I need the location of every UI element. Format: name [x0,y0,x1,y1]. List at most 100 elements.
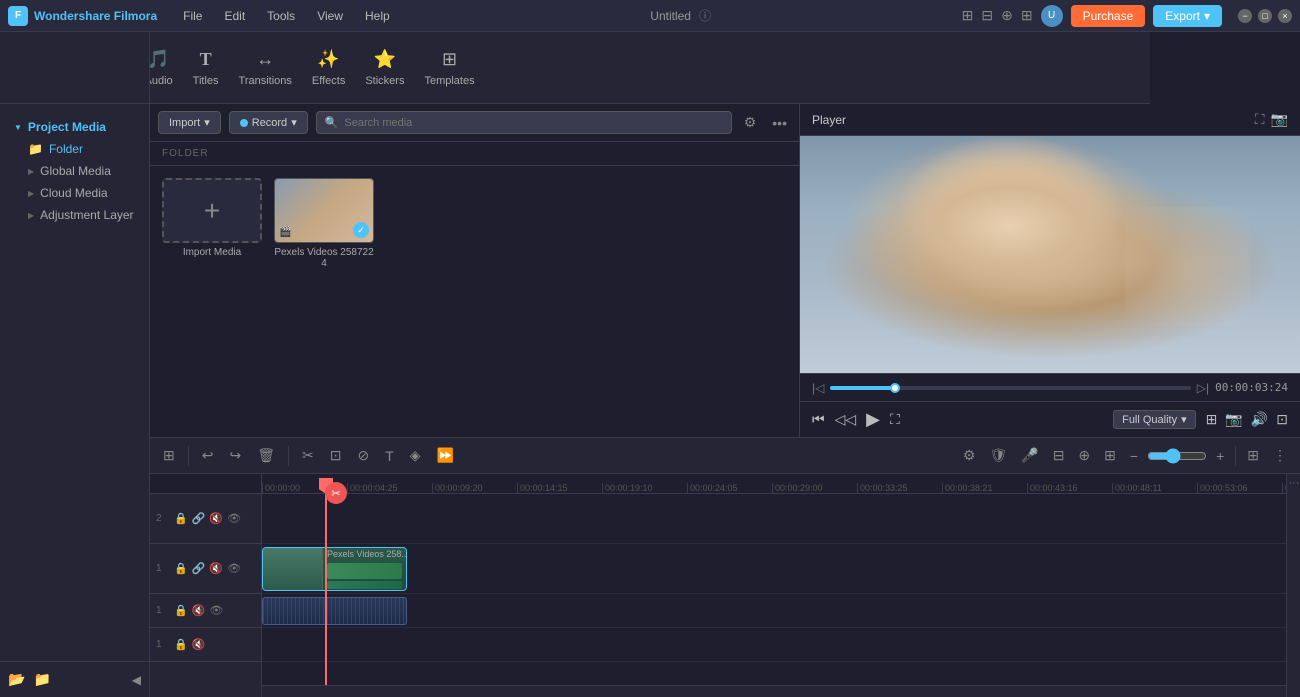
avatar-icon[interactable]: U [1041,5,1063,27]
track-eye-icon-1[interactable]: 👁 [227,562,241,575]
app-name: Wondershare Filmora [34,9,157,23]
fullscreen-icon[interactable]: ⛶ [1255,111,1265,128]
track-row-audio-2 [262,628,1286,662]
filter-icon[interactable]: ⚙ [740,112,761,133]
nav-item-folder[interactable]: 📁 Folder [8,138,141,160]
track-audio-mute-icon-1[interactable]: 🔇 [192,604,206,617]
redo-icon[interactable]: ↪ [224,444,246,467]
maximize-button[interactable]: □ [1258,9,1272,23]
menu-edit[interactable]: Edit [214,6,255,26]
tl-sep-2 [288,446,289,466]
right-sidebar-handle[interactable]: ⋮ [1288,478,1299,488]
quality-selector[interactable]: Full Quality ▾ [1113,410,1196,429]
shield-icon[interactable]: 🛡 [984,444,1012,467]
mark-in-icon[interactable]: |◁ [812,381,824,395]
tab-audio[interactable]: 🎵 Audio [150,43,183,93]
tab-effects[interactable]: ✨ Effects [302,43,355,93]
track-lock-icon-2[interactable]: 🔒 [174,512,188,525]
snapshot-icon[interactable]: 📷 [1271,111,1288,128]
top-tabs-bar: 🎬 Media 📦 Stock Media 🎵 Audio T Titles ↔ [150,32,1150,104]
track-audio-lock-icon-2[interactable]: 🔒 [174,638,188,651]
close-button[interactable]: × [1278,9,1292,23]
volume-icon[interactable]: 🔊 [1251,411,1268,428]
text-icon[interactable]: T [380,445,399,467]
playhead[interactable] [325,494,327,685]
clip-thumbnail [263,547,323,591]
track-mute-icon-1[interactable]: 🔇 [209,562,223,575]
minimize-button[interactable]: − [1238,9,1252,23]
menu-file[interactable]: File [173,6,212,26]
tab-titles[interactable]: T Titles [183,43,229,93]
audio-clip-1[interactable] [262,597,407,625]
track-audio-mute-icon-2[interactable]: 🔇 [192,638,206,651]
zoom-slider[interactable] [1147,448,1207,464]
menu-tools[interactable]: Tools [257,6,305,26]
icon-btn-1[interactable]: ⊞ [962,7,974,24]
camera-icon[interactable]: 📷 [1225,411,1242,428]
purchase-button[interactable]: Purchase [1071,5,1146,27]
icon-btn-4[interactable]: ⊞ [1021,7,1033,24]
frame-back-icon[interactable]: ◁◁ [835,411,857,428]
delete-icon[interactable]: 🗑 [252,444,280,467]
collapse-panel-button[interactable]: ◀ [132,673,141,687]
tracks-wrapper: ✂ Pexels Videos 258... [262,494,1286,685]
track-mute-icon-2[interactable]: 🔇 [209,512,223,525]
tab-stickers[interactable]: ⭐ Stickers [355,43,414,93]
mark-out-icon[interactable]: ▷| [1197,381,1209,395]
timeline-scrollbar[interactable] [262,685,1286,697]
nav-item-global-media[interactable]: ▶ Global Media [8,160,141,182]
track-audio-lock-icon-1[interactable]: 🔒 [174,604,188,617]
import-folder-icon[interactable]: 📁 [33,671,50,688]
track-link-icon-2[interactable]: 🔗 [192,512,206,525]
video-clip[interactable]: Pexels Videos 258... [262,547,407,591]
media-item-pexels[interactable]: 🎬 ✓ Pexels Videos 2587224 [274,178,374,269]
nav-item-adjustment-layer[interactable]: ▶ Adjustment Layer [8,204,141,226]
track-eye-icon-2[interactable]: 👁 [227,512,241,525]
icon-btn-3[interactable]: ⊕ [1001,7,1013,24]
icon-btn-2[interactable]: ⊟ [981,7,993,24]
export-button[interactable]: Export ▾ [1153,5,1222,27]
tab-transitions[interactable]: ↔ Transitions [229,43,302,93]
settings-icon[interactable]: ⚙ [958,444,981,467]
mic-icon[interactable]: 🎤 [1016,444,1043,467]
play-icon[interactable]: ▶ [866,409,880,430]
import-button[interactable]: Import ▾ [158,111,221,134]
crop-tl-icon[interactable]: ⊡ [325,444,347,467]
track-lock-icon-1[interactable]: 🔒 [174,562,188,575]
nav-item-cloud-media[interactable]: ▶ Cloud Media [8,182,141,204]
add-track-icon[interactable]: ⊞ [158,444,180,467]
menu-help[interactable]: Help [355,6,400,26]
cut-icon[interactable]: ✂ [297,444,319,467]
track-audio-eye-icon-1[interactable]: 👁 [209,604,223,617]
zoom-in-icon[interactable]: + [1211,445,1229,467]
track-link-icon-1[interactable]: 🔗 [192,562,206,575]
split-icon[interactable]: ⊕ [1073,444,1095,467]
grid-view-icon[interactable]: ⊞ [1242,444,1264,467]
new-folder-icon[interactable]: 📂 [8,671,25,688]
zoom-out-icon[interactable]: − [1125,445,1143,467]
search-box[interactable]: 🔍 [316,111,732,134]
undo-icon[interactable]: ↩ [197,444,219,467]
record-button[interactable]: Record ▾ [229,111,308,134]
speed-icon[interactable]: ⏩ [432,444,459,467]
disable-icon[interactable]: ⊘ [352,444,374,467]
time-display: 00:00:03:24 [1215,381,1288,394]
media-item-import[interactable]: + Import Media [162,178,262,269]
info-icon[interactable]: ⓘ [699,7,711,24]
search-input[interactable] [344,117,722,129]
display-settings-icon[interactable]: ⊞ [1206,411,1218,428]
nav-project-media-header[interactable]: ▼ Project Media [8,116,141,138]
picture-in-picture-icon[interactable]: ⊞ [1099,444,1121,467]
tl-right-controls: ⚙ 🛡 🎤 ⊟ ⊕ ⊞ − + ⊞ ⋮ [958,444,1292,467]
crop-icon[interactable]: ⊡ [1276,411,1288,428]
tab-templates[interactable]: ⊞ Templates [414,43,484,93]
more-tl-icon[interactable]: ⋮ [1268,444,1292,467]
scenes-icon[interactable]: ⊟ [1048,444,1070,467]
keyframe-icon[interactable]: ◈ [405,444,426,467]
step-back-icon[interactable]: ⏮ [812,411,825,428]
more-options-icon[interactable]: ••• [768,113,791,133]
menu-view[interactable]: View [307,6,353,26]
fullscreen-player-icon[interactable]: ⛶ [890,411,900,428]
progress-bar[interactable] [830,386,1190,390]
quality-label: Full Quality [1122,414,1177,426]
